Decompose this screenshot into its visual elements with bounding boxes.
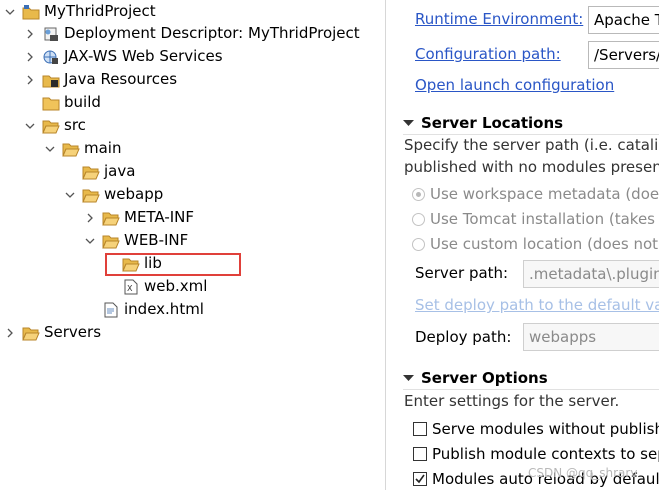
chevron-down-icon[interactable] [403, 119, 417, 127]
publish-module-contexts-checkbox[interactable]: Publish module contexts to sep [413, 442, 659, 466]
svg-text:X: X [127, 284, 133, 293]
section-separator [403, 134, 659, 135]
tree-item-webapp[interactable]: webapp [64, 183, 163, 206]
chevron-right-icon[interactable] [24, 68, 36, 91]
chevron-down-icon[interactable] [64, 183, 76, 206]
project-folder-icon [22, 3, 40, 21]
deploy-path-field[interactable]: webapps [523, 323, 659, 351]
watermark-text: CSDN @qq_shrarv [528, 466, 638, 480]
runtime-environment-link[interactable]: Runtime Environment: [415, 10, 583, 28]
server-options-description: Enter settings for the server. [404, 392, 620, 410]
tree-item-java[interactable]: java [82, 160, 135, 183]
radio-selected-icon [412, 187, 425, 201]
chevron-right-icon[interactable] [4, 321, 16, 344]
tree-item-src[interactable]: src [24, 114, 86, 137]
serve-modules-without-publish-checkbox[interactable]: Serve modules without publish [413, 417, 659, 441]
tree-item-web-inf[interactable]: WEB-INF [84, 229, 188, 252]
chevron-down-icon[interactable] [44, 137, 56, 160]
deploy-path-label: Deploy path: [415, 328, 512, 346]
tree-item-meta-inf[interactable]: META-INF [84, 206, 194, 229]
eclipse-window: MyThridProject Deployment Descriptor: My… [0, 0, 659, 490]
project-explorer-tree: MyThridProject Deployment Descriptor: My… [0, 0, 385, 490]
html-file-icon [102, 301, 120, 319]
folder-open-icon [102, 209, 120, 227]
folder-open-icon [22, 324, 40, 342]
server-path-label: Server path: [415, 264, 509, 282]
deployment-descriptor-icon [42, 25, 60, 43]
checkbox-unchecked-icon [413, 422, 427, 436]
use-custom-location-radio[interactable]: Use custom location (does not [412, 232, 658, 256]
server-locations-section-header[interactable]: Server Locations [403, 112, 563, 134]
checkbox-unchecked-icon [413, 447, 427, 461]
radio-unselected-icon [412, 237, 425, 251]
radio-unselected-icon [412, 212, 425, 226]
highlight-box [105, 253, 241, 276]
folder-open-icon [62, 140, 80, 158]
folder-icon [42, 94, 60, 112]
tree-item-jax-ws[interactable]: JAX-WS Web Services [24, 45, 223, 68]
web-services-icon [42, 48, 60, 66]
server-locations-description: Specify the server path (i.e. catalina [404, 136, 659, 154]
server-locations-description-2: published with no modules present [404, 158, 659, 176]
server-overview-editor: Runtime Environment: Apache T Configurat… [386, 0, 659, 490]
runtime-environment-field[interactable]: Apache T [588, 6, 659, 34]
use-workspace-metadata-radio[interactable]: Use workspace metadata (does [412, 182, 659, 206]
section-separator [403, 389, 659, 390]
chevron-right-icon[interactable] [24, 22, 36, 45]
tree-item-web-xml[interactable]: X web.xml [122, 275, 207, 298]
java-resources-icon [42, 71, 60, 89]
configuration-path-field[interactable]: /Servers/ [588, 41, 659, 69]
tree-item-java-resources[interactable]: Java Resources [24, 68, 177, 91]
chevron-right-icon[interactable] [84, 206, 96, 229]
tree-item-servers[interactable]: Servers [4, 321, 101, 344]
xml-file-icon: X [122, 278, 140, 296]
use-tomcat-installation-radio[interactable]: Use Tomcat installation (takes c [412, 207, 659, 231]
chevron-down-icon[interactable] [403, 374, 417, 382]
tree-item-build[interactable]: build [42, 91, 101, 114]
folder-open-icon [102, 232, 120, 250]
checkbox-checked-icon [413, 472, 427, 486]
server-path-field[interactable]: .metadata\.plugins [523, 260, 659, 288]
open-launch-configuration-link[interactable]: Open launch configuration [415, 76, 614, 94]
folder-open-icon [82, 163, 100, 181]
tree-item-deployment-descriptor[interactable]: Deployment Descriptor: MyThridProject [24, 22, 360, 45]
chevron-down-icon[interactable] [4, 0, 16, 23]
chevron-down-icon[interactable] [84, 229, 96, 252]
chevron-down-icon[interactable] [24, 114, 36, 137]
server-options-section-header[interactable]: Server Options [403, 367, 548, 389]
tree-item-main[interactable]: main [44, 137, 121, 160]
tree-item-index-html[interactable]: index.html [102, 298, 204, 321]
folder-open-icon [82, 186, 100, 204]
tree-item-mythridproject[interactable]: MyThridProject [4, 0, 156, 23]
configuration-path-link[interactable]: Configuration path: [415, 45, 561, 63]
set-deploy-path-link[interactable]: Set deploy path to the default val [415, 296, 659, 314]
chevron-right-icon[interactable] [24, 45, 36, 68]
folder-open-icon [42, 117, 60, 135]
